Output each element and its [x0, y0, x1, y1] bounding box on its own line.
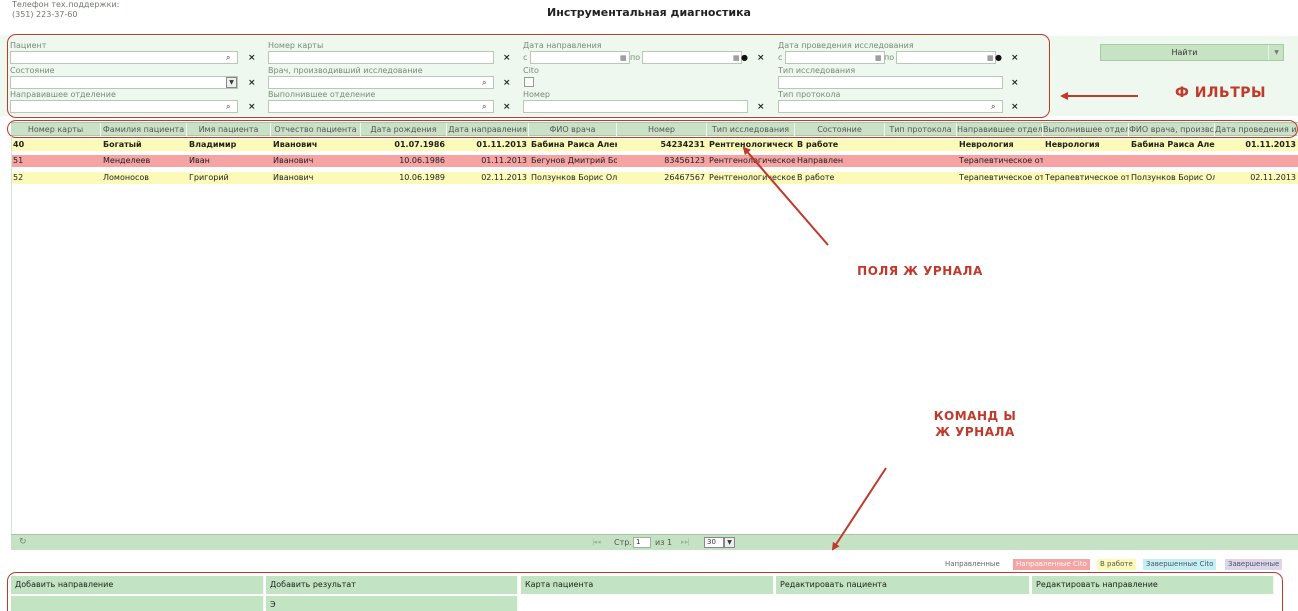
- annotation-arrows: [742, 92, 1138, 551]
- journal-fields-arrow: [742, 146, 829, 246]
- journal-commands-arrow: [831, 467, 887, 551]
